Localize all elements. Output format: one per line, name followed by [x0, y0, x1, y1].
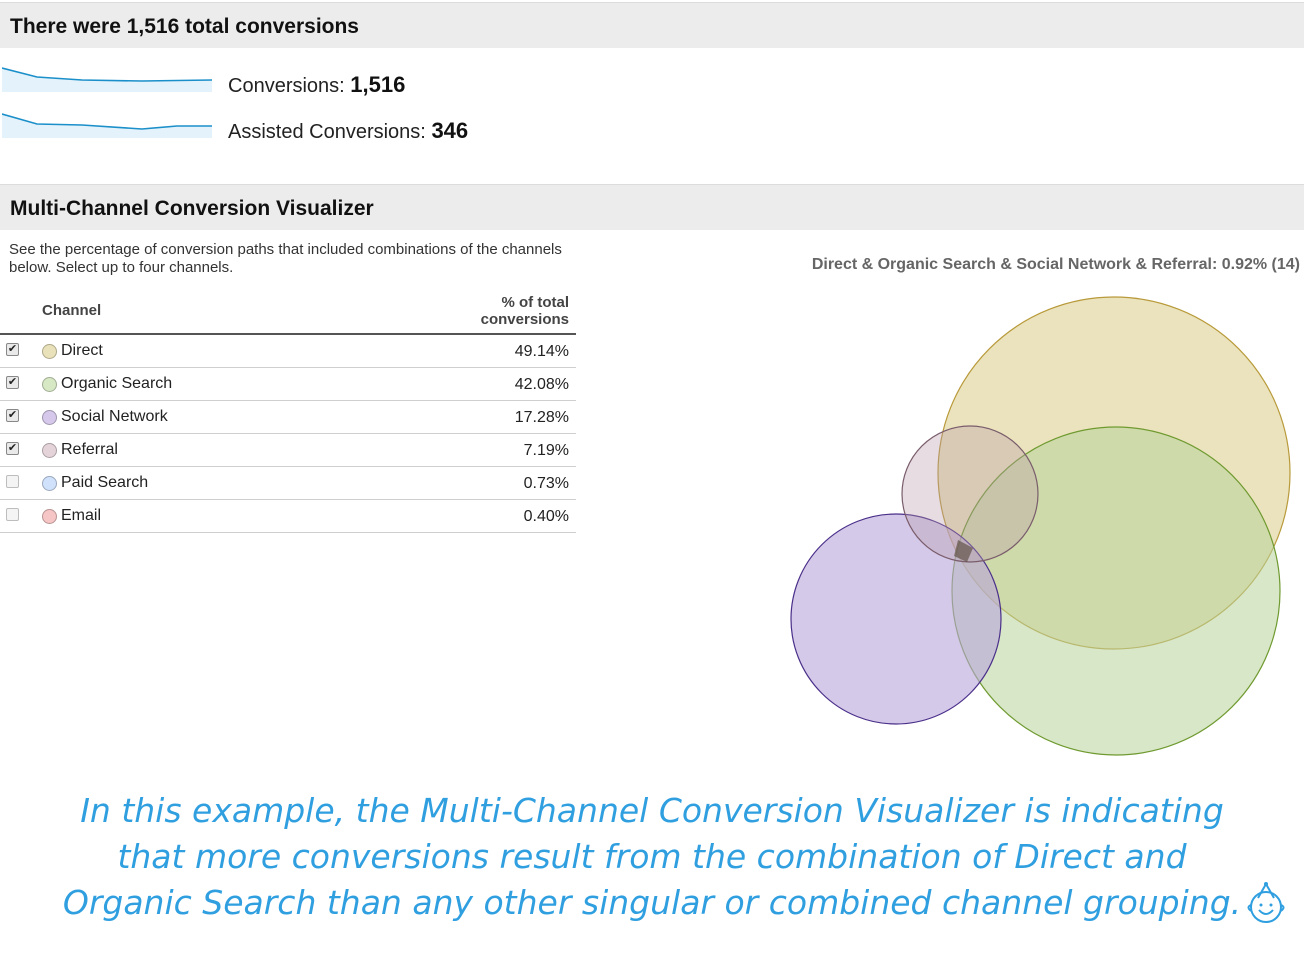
- channel-pct: 7.19%: [523, 442, 569, 459]
- channel-pct: 17.28%: [514, 409, 569, 426]
- conversions-text: Conversions: 1,516: [228, 72, 405, 98]
- assisted-conversions-metric: Assisted Conversions: 346: [0, 110, 600, 150]
- channel-pct: 42.08%: [514, 376, 569, 393]
- conversions-label: Conversions:: [228, 75, 345, 97]
- caption-line-2: that more conversions result from the co…: [117, 837, 1187, 876]
- caption: In this example, the Multi-Channel Conve…: [0, 788, 1304, 926]
- caption-line-1: In this example, the Multi-Channel Conve…: [80, 791, 1224, 830]
- channel-table-header: Channel % of total conversions: [0, 290, 576, 335]
- channel-row-direct[interactable]: ✔ Direct 49.14%: [0, 335, 576, 368]
- visualizer-title: Multi-Channel Conversion Visualizer: [10, 197, 374, 220]
- channel-row-email[interactable]: Email 0.40%: [0, 500, 576, 533]
- assisted-label: Assisted Conversions:: [228, 121, 426, 143]
- channel-name: Direct: [61, 342, 103, 359]
- conversions-value: 1,516: [350, 72, 406, 97]
- channel-name: Referral: [61, 441, 118, 458]
- pct-column-header: % of total conversions: [480, 294, 569, 328]
- channel-checkbox[interactable]: ✔: [6, 343, 19, 356]
- channel-checkbox[interactable]: [6, 475, 19, 488]
- channel-row-social-network[interactable]: ✔ Social Network 17.28%: [0, 401, 576, 434]
- assisted-value: 346: [431, 118, 469, 143]
- channel-pct: 0.73%: [523, 475, 569, 492]
- assisted-text: Assisted Conversions: 346: [228, 118, 468, 144]
- channel-name: Paid Search: [61, 474, 149, 491]
- visualizer-header: Multi-Channel Conversion Visualizer: [0, 184, 1304, 230]
- channel-row-referral[interactable]: ✔ Referral 7.19%: [0, 434, 576, 467]
- channel-color-dot: [42, 344, 57, 359]
- venn-diagram: [790, 296, 1291, 756]
- channel-name: Email: [61, 507, 102, 524]
- visualizer-description: See the percentage of conversion paths t…: [9, 241, 562, 276]
- assisted-sparkline: [2, 113, 212, 138]
- channel-color-dot: [42, 443, 57, 458]
- caption-line-3: Organic Search than any other singular o…: [62, 883, 1242, 922]
- channel-checkbox[interactable]: ✔: [6, 409, 19, 422]
- channel-row-paid-search[interactable]: Paid Search 0.73%: [0, 467, 576, 500]
- conversions-sparkline: [2, 67, 213, 92]
- channel-color-dot: [42, 377, 57, 392]
- conversions-metric: Conversions: 1,516: [0, 64, 600, 104]
- venn-circle-referral[interactable]: [901, 425, 1039, 563]
- channel-pct: 49.14%: [514, 343, 569, 360]
- channel-color-dot: [42, 410, 57, 425]
- smiling-face-icon: [1247, 881, 1285, 923]
- channel-column-header: Channel: [42, 302, 102, 319]
- channel-name: Social Network: [61, 408, 168, 425]
- channel-row-organic-search[interactable]: ✔ Organic Search 42.08%: [0, 368, 576, 401]
- channel-checkbox[interactable]: [6, 508, 19, 521]
- channel-color-dot: [42, 509, 57, 524]
- channel-name: Organic Search: [61, 375, 173, 392]
- channel-table: Channel % of total conversions ✔ Direct 49.…: [0, 290, 576, 533]
- conversions-header: There were 1,516 total conversions: [0, 2, 1304, 48]
- venn-label: Direct & Organic Search & Social Network…: [811, 256, 1300, 273]
- conversions-title: There were 1,516 total conversions: [10, 15, 359, 38]
- channel-checkbox[interactable]: ✔: [6, 442, 19, 455]
- channel-checkbox[interactable]: ✔: [6, 376, 19, 389]
- channel-color-dot: [42, 476, 57, 491]
- channel-pct: 0.40%: [523, 508, 569, 525]
